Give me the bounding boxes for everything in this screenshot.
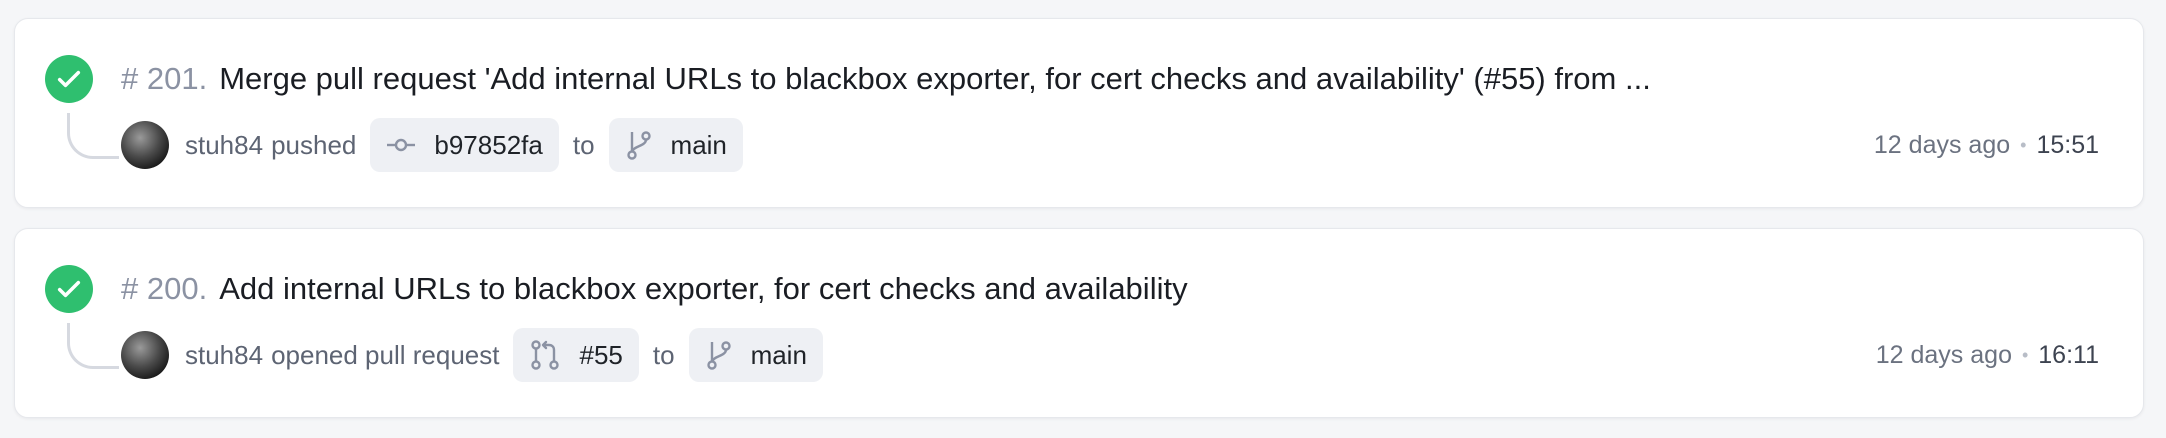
success-check-icon bbox=[45, 265, 93, 313]
avatar[interactable] bbox=[121, 121, 169, 169]
run-title-link[interactable]: Merge pull request 'Add internal URLs to… bbox=[219, 57, 1651, 101]
pull-request-number: #55 bbox=[579, 339, 623, 370]
run-meta: stuh84 pushed b97852fa to main bbox=[121, 117, 757, 173]
pull-request-icon bbox=[529, 339, 561, 371]
run-number: # 201. bbox=[121, 61, 208, 96]
workflow-run-card[interactable]: # 200. Add internal URLs to blackbox exp… bbox=[14, 228, 2144, 418]
branch-pill[interactable]: main bbox=[688, 328, 823, 382]
time-ago: 12 days ago bbox=[1875, 340, 2012, 369]
time-of-day: 15:51 bbox=[2036, 130, 2099, 159]
workflow-run-card[interactable]: # 201. Merge pull request 'Add internal … bbox=[14, 18, 2144, 208]
run-title-row: # 201. Merge pull request 'Add internal … bbox=[121, 57, 1651, 101]
branch-name: main bbox=[670, 129, 727, 160]
run-title-link[interactable]: Add internal URLs to blackbox exporter, … bbox=[219, 267, 1187, 311]
commit-icon bbox=[386, 135, 416, 155]
run-meta: stuh84 opened pull request #55 to main bbox=[121, 327, 837, 383]
time-ago: 12 days ago bbox=[1873, 130, 2011, 159]
run-timestamp: 12 days ago • 16:11 bbox=[1876, 327, 2099, 383]
commit-pill[interactable]: b97852fa bbox=[370, 118, 559, 172]
to-label: to bbox=[572, 129, 595, 160]
tree-connector bbox=[67, 323, 119, 369]
commit-sha: b97852fa bbox=[434, 129, 543, 160]
separator-dot: • bbox=[2021, 344, 2029, 365]
run-number: # 200. bbox=[121, 271, 208, 306]
tree-connector bbox=[67, 113, 119, 159]
branch-name: main bbox=[750, 339, 807, 370]
separator-dot: • bbox=[2020, 134, 2027, 155]
action-text: pushed bbox=[271, 129, 357, 160]
time-of-day: 16:11 bbox=[2038, 340, 2099, 369]
to-label: to bbox=[652, 339, 675, 370]
branch-icon bbox=[705, 340, 733, 370]
avatar[interactable] bbox=[121, 331, 169, 379]
user-link[interactable]: stuh84 bbox=[185, 340, 263, 371]
run-timestamp: 12 days ago • 15:51 bbox=[1874, 117, 2099, 173]
run-title-row: # 200. Add internal URLs to blackbox exp… bbox=[121, 267, 1188, 311]
user-link[interactable]: stuh84 bbox=[185, 130, 263, 161]
action-text: opened pull request bbox=[271, 339, 500, 370]
branch-pill[interactable]: main bbox=[608, 118, 743, 172]
branch-icon bbox=[625, 130, 653, 160]
pull-request-pill[interactable]: #55 bbox=[513, 328, 639, 382]
success-check-icon bbox=[45, 55, 93, 103]
